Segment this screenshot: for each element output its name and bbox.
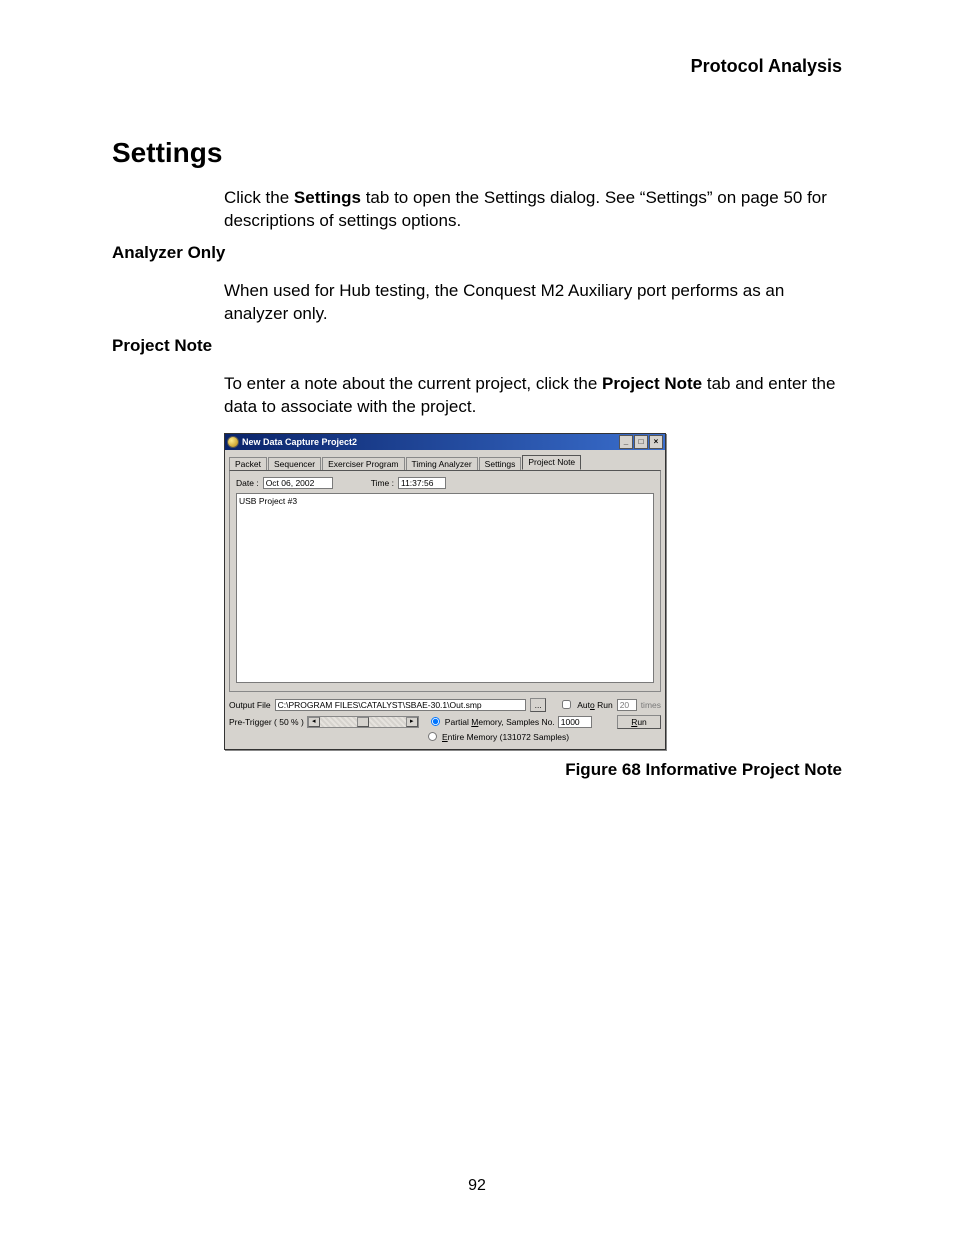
- partial-memory-radio[interactable]: [431, 717, 440, 726]
- figure-screenshot: New Data Capture Project2 _ □ × Packet S…: [224, 433, 842, 750]
- autorun-suffix: times: [641, 700, 661, 710]
- app-icon: [227, 436, 239, 448]
- tab-project-note[interactable]: Project Note: [522, 455, 581, 470]
- maximize-button[interactable]: □: [634, 435, 648, 449]
- tab-settings[interactable]: Settings: [479, 457, 522, 471]
- tab-timing-analyzer[interactable]: Timing Analyzer: [406, 457, 478, 471]
- subhead-project-note: Project Note: [112, 336, 842, 356]
- footer-controls: Output File ... Auto Run times Pre-Trigg…: [229, 698, 661, 742]
- autorun-count-field: [617, 699, 637, 711]
- browse-button[interactable]: ...: [530, 698, 546, 712]
- paragraph-project-note: To enter a note about the current projec…: [224, 373, 842, 419]
- close-button[interactable]: ×: [649, 435, 663, 449]
- running-head: Protocol Analysis: [112, 56, 842, 77]
- page: Protocol Analysis Settings Click the Set…: [0, 0, 954, 1235]
- paragraph-analyzer: When used for Hub testing, the Conquest …: [224, 280, 842, 326]
- slider-left-button[interactable]: ◂: [308, 717, 320, 727]
- tab-sequencer[interactable]: Sequencer: [268, 457, 321, 471]
- pretrigger-slider[interactable]: ◂ ▸: [307, 716, 419, 728]
- project-note-textarea[interactable]: USB Project #3: [236, 493, 654, 683]
- text: Click the: [224, 188, 294, 207]
- slider-right-button[interactable]: ▸: [406, 717, 418, 727]
- tab-exerciser-program[interactable]: Exerciser Program: [322, 457, 404, 471]
- run-button[interactable]: Run: [617, 715, 661, 729]
- page-number: 92: [0, 1177, 954, 1195]
- window-title: New Data Capture Project2: [242, 437, 357, 447]
- date-label: Date :: [236, 478, 259, 488]
- output-file-field[interactable]: [275, 699, 527, 711]
- figure-caption: Figure 68 Informative Project Note: [112, 760, 842, 780]
- window: New Data Capture Project2 _ □ × Packet S…: [224, 433, 666, 750]
- entire-memory-radio[interactable]: [428, 732, 437, 741]
- tab-packet[interactable]: Packet: [229, 457, 267, 471]
- bold-project-note: Project Note: [602, 374, 702, 393]
- tab-panel-project-note: Date : Time : USB Project #3: [229, 470, 661, 692]
- pretrigger-label: Pre-Trigger ( 50 % ): [229, 717, 304, 727]
- date-field[interactable]: [263, 477, 333, 489]
- autorun-checkbox[interactable]: [562, 700, 571, 709]
- bold-settings: Settings: [294, 188, 361, 207]
- output-file-label: Output File: [229, 700, 271, 710]
- samples-field[interactable]: [558, 716, 592, 728]
- slider-thumb[interactable]: [357, 717, 369, 727]
- paragraph-settings: Click the Settings tab to open the Setti…: [224, 187, 842, 233]
- window-controls: _ □ ×: [619, 435, 663, 449]
- subhead-analyzer-only: Analyzer Only: [112, 243, 842, 263]
- text: To enter a note about the current projec…: [224, 374, 602, 393]
- autorun-label: Auto Run: [577, 700, 612, 710]
- entire-memory-label: Entire Memory (131072 Samples): [442, 732, 569, 742]
- section-title-settings: Settings: [112, 137, 842, 169]
- titlebar[interactable]: New Data Capture Project2 _ □ ×: [225, 434, 665, 450]
- partial-memory-label: Partial Memory, Samples No.: [445, 717, 555, 727]
- tabstrip: Packet Sequencer Exerciser Program Timin…: [229, 454, 661, 470]
- time-field[interactable]: [398, 477, 446, 489]
- client-area: Packet Sequencer Exerciser Program Timin…: [225, 450, 665, 749]
- minimize-button[interactable]: _: [619, 435, 633, 449]
- time-label: Time :: [371, 478, 394, 488]
